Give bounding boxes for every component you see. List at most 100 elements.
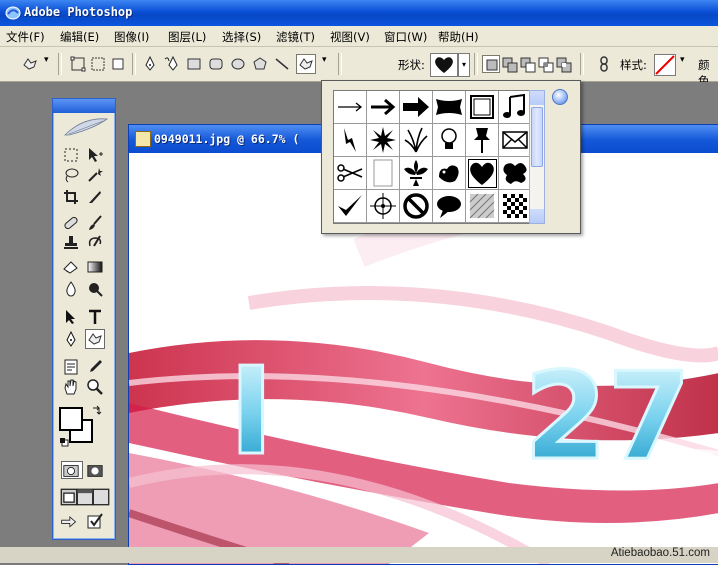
full-screen-menu-mode[interactable]	[75, 487, 94, 506]
default-colors-icon[interactable]	[59, 437, 69, 447]
pen-tool[interactable]	[61, 329, 81, 349]
move-tool[interactable]	[85, 145, 105, 165]
shape-starburst[interactable]	[367, 124, 400, 157]
magic-wand-tool[interactable]	[85, 165, 105, 185]
line-tool-button[interactable]	[272, 54, 292, 74]
menu-window[interactable]: 窗口(W)	[384, 29, 427, 45]
shape-scissors[interactable]	[334, 157, 367, 190]
paths-button[interactable]	[88, 54, 108, 74]
subtract-shape-button[interactable]	[518, 55, 536, 73]
lasso-tool[interactable]	[61, 165, 81, 185]
full-screen-mode[interactable]	[91, 487, 110, 506]
menu-edit[interactable]: 编辑(E)	[60, 29, 99, 45]
path-selection-tool[interactable]	[61, 307, 81, 327]
shape-checker-pattern[interactable]	[499, 190, 532, 223]
shape-heart[interactable]	[466, 157, 499, 190]
shape-music-note[interactable]	[499, 91, 532, 124]
ellipse-tool-button[interactable]	[228, 54, 248, 74]
type-tool[interactable]	[85, 307, 105, 327]
burn-tool[interactable]	[85, 279, 105, 299]
scroll-up-arrow[interactable]	[530, 91, 544, 105]
shape-grass[interactable]	[400, 124, 433, 157]
shape-layers-button[interactable]	[68, 54, 88, 74]
new-shape-layer-button[interactable]	[482, 55, 500, 73]
shape-swatch[interactable]	[430, 53, 458, 77]
menu-layer[interactable]: 图层(L)	[168, 29, 206, 45]
clone-stamp-tool[interactable]	[61, 233, 81, 253]
shape-banner[interactable]	[433, 91, 466, 124]
shape-no-symbol[interactable]	[400, 190, 433, 223]
slice-tool[interactable]	[85, 187, 105, 207]
polygon-tool-button[interactable]	[250, 54, 270, 74]
eyedropper-tool[interactable]	[85, 357, 105, 377]
shape-pushpin[interactable]	[466, 124, 499, 157]
custom-shape-tool[interactable]	[85, 329, 105, 349]
brush-tool[interactable]	[85, 213, 105, 233]
exclude-shape-button[interactable]	[554, 55, 572, 73]
shape-arrow-thin[interactable]	[334, 91, 367, 124]
notes-tool[interactable]	[61, 357, 81, 377]
style-swatch[interactable]	[654, 54, 676, 76]
toolbox-title-bar[interactable]	[53, 99, 115, 113]
scroll-thumb[interactable]	[531, 107, 543, 167]
water-drop-icon	[66, 281, 76, 297]
freeform-pen-button[interactable]	[162, 54, 182, 74]
history-brush-tool[interactable]	[85, 233, 105, 253]
menu-image[interactable]: 图像(I)	[114, 29, 149, 45]
menu-select[interactable]: 选择(S)	[222, 29, 261, 45]
swap-colors-icon[interactable]	[91, 405, 103, 417]
add-to-shape-button[interactable]	[500, 55, 518, 73]
shape-lightning[interactable]	[334, 124, 367, 157]
standard-screen-mode[interactable]	[59, 487, 78, 506]
rectangle-tool-button[interactable]	[184, 54, 204, 74]
menu-view[interactable]: 视图(V)	[330, 29, 370, 45]
healing-brush-tool[interactable]	[61, 213, 81, 233]
shape-envelope[interactable]	[499, 124, 532, 157]
intersect-shape-button[interactable]	[536, 55, 554, 73]
crop-icon	[64, 190, 78, 204]
edit-in-imageready-button[interactable]	[85, 511, 105, 531]
shape-arrow-bold[interactable]	[400, 91, 433, 124]
picker-menu-button[interactable]	[552, 89, 568, 105]
shape-splat[interactable]	[499, 157, 532, 190]
no-symbol-icon	[403, 193, 429, 219]
shape-hatch-pattern[interactable]	[466, 190, 499, 223]
shape-checkmark[interactable]	[334, 190, 367, 223]
blur-tool[interactable]	[61, 279, 81, 299]
gradient-icon	[87, 261, 103, 273]
shape-frame[interactable]	[466, 91, 499, 124]
fill-pixels-button[interactable]	[108, 54, 128, 74]
menu-filter[interactable]: 滤镜(T)	[276, 29, 315, 45]
quick-mask-button[interactable]	[85, 461, 107, 479]
toolbox-panel	[52, 98, 116, 540]
menu-file[interactable]: 文件(F)	[6, 29, 45, 45]
menu-help[interactable]: 帮助(H)	[438, 29, 479, 45]
tool-preset-picker[interactable]	[20, 54, 40, 74]
geometry-options-arrow[interactable]: ▾	[322, 55, 327, 65]
scroll-down-arrow[interactable]	[530, 209, 544, 223]
shape-dropdown-button[interactable]: ▾	[458, 53, 470, 77]
preset-dropdown-arrow[interactable]: ▾	[44, 55, 49, 65]
hand-tool[interactable]	[61, 377, 81, 397]
shape-fleur-de-lis[interactable]	[400, 157, 433, 190]
crop-tool[interactable]	[61, 187, 81, 207]
zoom-tool[interactable]	[85, 377, 105, 397]
custom-shape-button[interactable]	[296, 54, 316, 74]
style-dropdown-arrow[interactable]: ▾	[680, 55, 685, 65]
eraser-tool[interactable]	[61, 257, 81, 277]
shape-bird[interactable]	[433, 157, 466, 190]
shape-crosshair[interactable]	[367, 190, 400, 223]
shape-speech-bubble[interactable]	[433, 190, 466, 223]
pen-tool-button[interactable]	[140, 54, 160, 74]
rounded-rectangle-button[interactable]	[206, 54, 226, 74]
jump-to-imageready-button[interactable]	[59, 511, 83, 531]
standard-mode-button[interactable]	[61, 461, 83, 479]
gradient-tool[interactable]	[85, 257, 105, 277]
marquee-tool[interactable]	[61, 145, 81, 165]
link-layer-style-button[interactable]	[594, 54, 614, 74]
shape-arrow-medium[interactable]	[367, 91, 400, 124]
shape-lightbulb[interactable]	[433, 124, 466, 157]
pen-icon	[145, 55, 155, 71]
shape-blank-page[interactable]	[367, 157, 400, 190]
shape-picker-scrollbar[interactable]	[529, 90, 545, 224]
